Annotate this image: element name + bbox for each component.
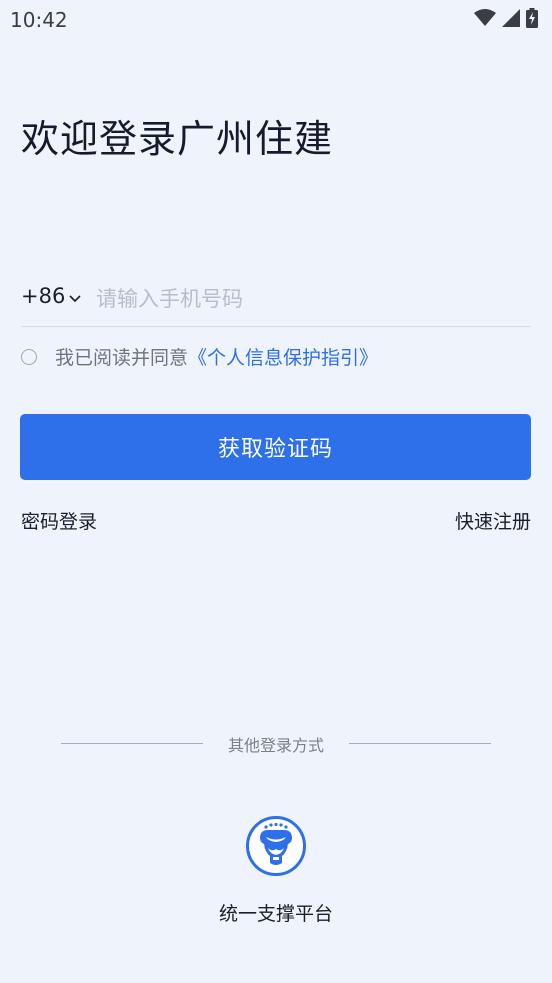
chevron-down-icon: [69, 284, 81, 308]
consent-text: 我已阅读并同意: [55, 347, 189, 369]
quick-register-link[interactable]: 快速注册: [455, 507, 531, 534]
get-verification-code-button[interactable]: 获取验证码: [20, 414, 531, 480]
cellular-signal-icon: [502, 9, 520, 27]
country-code: +86: [21, 284, 66, 308]
phone-input-row: +86: [21, 276, 531, 327]
status-icons: [474, 8, 538, 28]
phone-number-input[interactable]: [94, 278, 518, 320]
unified-platform-logo-icon: [246, 816, 306, 880]
battery-charging-icon: [526, 8, 538, 28]
country-code-selector[interactable]: +86: [21, 284, 81, 308]
password-login-link[interactable]: 密码登录: [21, 507, 97, 534]
unified-platform-label: 统一支撑平台: [218, 903, 333, 925]
wifi-icon: [474, 9, 496, 27]
consent-row: 我已阅读并同意 《个人信息保护指引》: [21, 343, 378, 370]
other-login-label: 其他登录方式: [227, 736, 324, 755]
page-title: 欢迎登录广州住建: [21, 117, 334, 161]
divider-right: [349, 743, 491, 744]
status-bar: 10:42: [0, 0, 552, 38]
status-time: 10:42: [10, 8, 68, 32]
privacy-policy-link[interactable]: 《个人信息保护指引》: [188, 343, 378, 370]
unified-platform-button[interactable]: [246, 816, 306, 876]
consent-radio[interactable]: [21, 348, 37, 365]
